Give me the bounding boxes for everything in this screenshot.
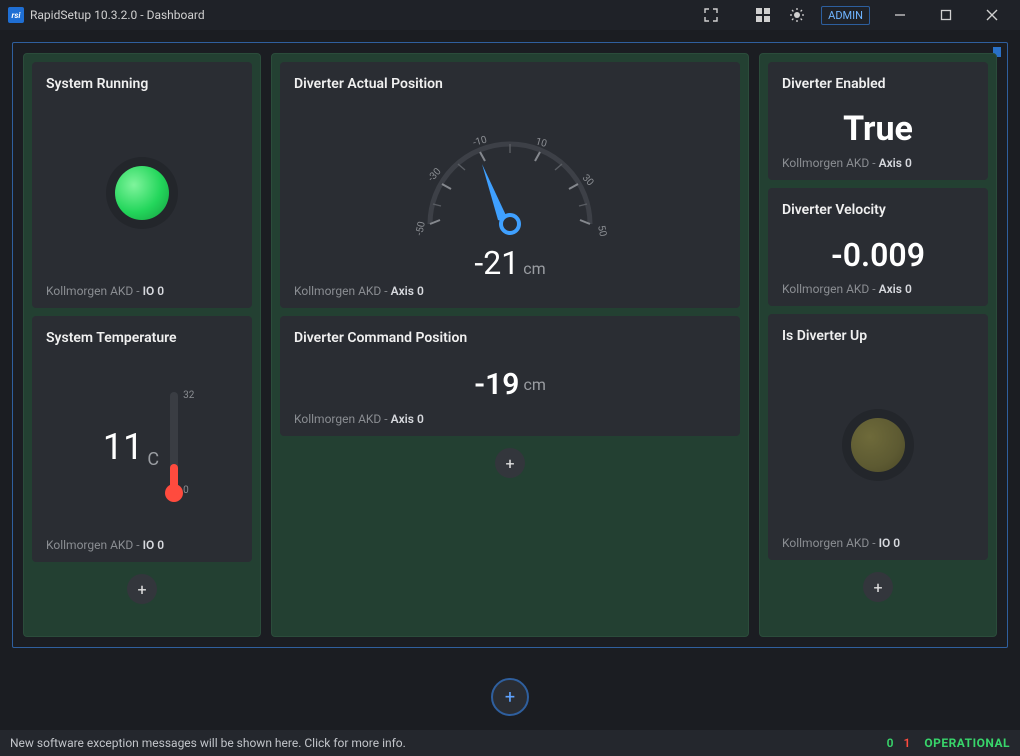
gauge-icon: -50 -30 -10 10 30 50 (390, 104, 630, 244)
dashboard-column-right: Diverter Enabled True Kollmorgen AKD - A… (759, 53, 997, 637)
card-title: Diverter Command Position (294, 330, 726, 346)
svg-text:50: 50 (595, 224, 608, 238)
gauge-value: -21 (474, 244, 519, 282)
add-card-button[interactable]: + (495, 448, 525, 478)
gauge-unit: cm (523, 259, 545, 278)
exit-fullscreen-icon[interactable] (697, 1, 725, 29)
dashboard-board: System Running Kollmorgen AKD - IO 0 Sys… (12, 42, 1008, 648)
add-row-button[interactable]: + (491, 678, 529, 716)
status-message[interactable]: New software exception messages will be … (10, 736, 406, 750)
card-title: Diverter Velocity (782, 202, 974, 218)
window-minimize-button[interactable] (880, 0, 920, 30)
window-maximize-button[interactable] (926, 0, 966, 30)
temperature-value: 11 (103, 426, 143, 468)
card-system-running[interactable]: System Running Kollmorgen AKD - IO 0 (32, 62, 252, 308)
card-source: Kollmorgen AKD - IO 0 (782, 536, 974, 550)
card-title: System Running (46, 76, 238, 92)
dashboard-column-center: Diverter Actual Position (271, 53, 749, 637)
led-indicator (782, 354, 974, 536)
led-indicator (46, 102, 238, 284)
theme-sun-icon[interactable] (783, 1, 811, 29)
card-source: Kollmorgen AKD - Axis 0 (294, 412, 726, 426)
workspace: System Running Kollmorgen AKD - IO 0 Sys… (0, 30, 1020, 730)
diverter-enabled-value: True (843, 109, 913, 149)
card-source: Kollmorgen AKD - IO 0 (46, 538, 238, 552)
window-close-button[interactable] (972, 0, 1012, 30)
add-card-button[interactable]: + (863, 572, 893, 602)
card-system-temperature[interactable]: System Temperature 11C 32 0 Kollmorgen A… (32, 316, 252, 562)
title-bar: rsi RapidSetup 10.3.2.0 - Dashboard ADMI… (0, 0, 1020, 30)
card-title: System Temperature (46, 330, 238, 346)
app-logo: rsi (8, 7, 24, 23)
card-title: Diverter Actual Position (294, 76, 726, 92)
status-count-error[interactable]: 1 (904, 736, 911, 750)
card-diverter-actual-position[interactable]: Diverter Actual Position (280, 62, 740, 308)
temperature-unit: C (147, 449, 159, 470)
window-title: RapidSetup 10.3.2.0 - Dashboard (30, 8, 205, 22)
thermometer-icon: 32 0 (167, 392, 181, 502)
status-bar: New software exception messages will be … (0, 730, 1020, 756)
dashboard-column-left: System Running Kollmorgen AKD - IO 0 Sys… (23, 53, 261, 637)
add-card-button[interactable]: + (127, 574, 157, 604)
card-source: Kollmorgen AKD - Axis 0 (294, 284, 726, 298)
command-position-value: -19 (474, 367, 519, 402)
status-count-ok[interactable]: 0 (887, 736, 894, 750)
card-diverter-command-position[interactable]: Diverter Command Position -19cm Kollmorg… (280, 316, 740, 436)
card-title: Diverter Enabled (782, 76, 974, 92)
card-is-diverter-up[interactable]: Is Diverter Up Kollmorgen AKD - IO 0 (768, 314, 988, 560)
diverter-velocity-value: -0.009 (831, 236, 925, 274)
admin-badge[interactable]: ADMIN (821, 6, 870, 25)
card-diverter-enabled[interactable]: Diverter Enabled True Kollmorgen AKD - A… (768, 62, 988, 180)
card-title: Is Diverter Up (782, 328, 974, 344)
card-source: Kollmorgen AKD - Axis 0 (782, 282, 974, 296)
command-position-unit: cm (523, 375, 545, 394)
layout-grid-icon[interactable] (749, 1, 777, 29)
card-source: Kollmorgen AKD - IO 0 (46, 284, 238, 298)
card-source: Kollmorgen AKD - Axis 0 (782, 156, 974, 170)
card-diverter-velocity[interactable]: Diverter Velocity -0.009 Kollmorgen AKD … (768, 188, 988, 306)
svg-text:-50: -50 (414, 220, 428, 236)
status-state[interactable]: OPERATIONAL (924, 736, 1010, 750)
